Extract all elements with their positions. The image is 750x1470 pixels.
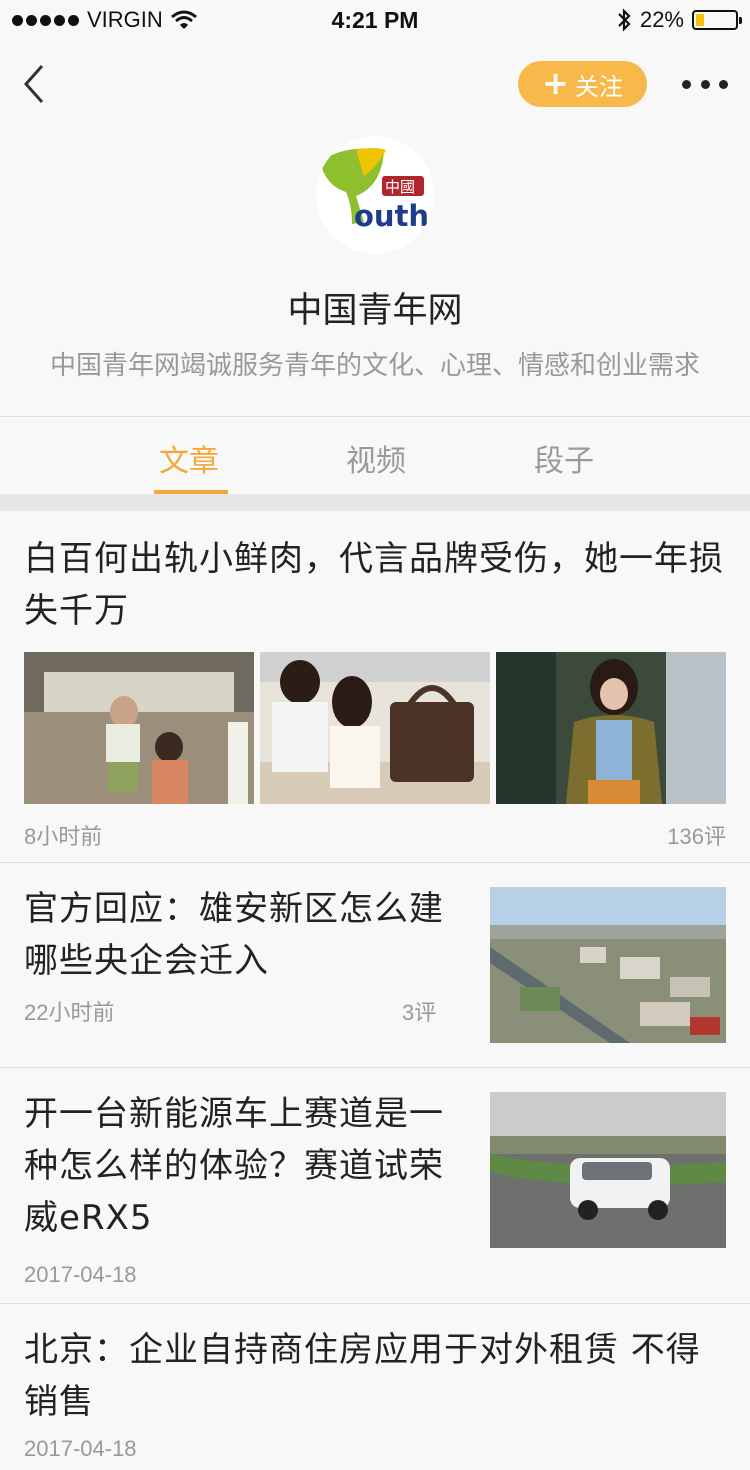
article-item[interactable]: 开一台新能源车上赛道是一种怎么样的体验？赛道试荣威eRX5 2017-04-18	[0, 1068, 750, 1303]
follow-button[interactable]: + 关注	[518, 61, 647, 107]
battery-icon	[692, 10, 742, 30]
article-image[interactable]	[496, 652, 726, 804]
tab-jokes[interactable]: 段子	[534, 436, 594, 480]
article-time: 2017-04-18	[24, 1436, 137, 1461]
article-time: 8小时前	[24, 824, 103, 849]
dot-icon	[682, 79, 691, 89]
plus-icon: +	[542, 63, 569, 102]
article-image[interactable]	[260, 652, 490, 804]
article-title[interactable]: 白百何出轨小鲜肉，代言品牌受伤，她一年损失千万	[24, 533, 726, 637]
battery-percent: 22%	[639, 7, 684, 32]
back-button[interactable]	[18, 62, 58, 106]
dot-icon	[719, 79, 728, 89]
tab-videos[interactable]: 视频	[346, 436, 406, 480]
divider	[0, 416, 750, 417]
article-image[interactable]	[24, 652, 254, 804]
youth-logo: 中國 outh	[320, 148, 429, 233]
article-item[interactable]: 北京：企业自持商住房应用于对外租赁 不得销售 2017-04-18	[0, 1304, 750, 1470]
article-title[interactable]: 开一台新能源车上赛道是一种怎么样的体验？赛道试荣威eRX5	[24, 1088, 444, 1244]
article-image[interactable]	[490, 1092, 726, 1248]
article-comments: 136评	[667, 824, 726, 849]
section-separator	[0, 494, 750, 511]
battery-fill	[696, 14, 704, 26]
article-time: 2017-04-18	[24, 1262, 137, 1287]
article-image[interactable]	[490, 887, 726, 1043]
avatar-text: outh	[354, 199, 429, 233]
avatar-small-text: 中國	[385, 178, 415, 196]
tab-articles[interactable]: 文章	[159, 436, 219, 480]
status-bar: VIRGIN 4:21 PM 22%	[0, 0, 750, 40]
status-right: 22%	[616, 7, 742, 33]
avatar[interactable]: 中國 outh	[316, 136, 434, 254]
dot-icon	[700, 79, 710, 89]
chevron-left-icon	[23, 65, 44, 103]
article-title[interactable]: 北京：企业自持商住房应用于对外租赁 不得销售	[24, 1324, 726, 1428]
follow-label: 关注	[574, 72, 623, 101]
article-title[interactable]: 官方回应：雄安新区怎么建 哪些央企会迁入	[24, 883, 444, 987]
page-description: 中国青年网竭诚服务青年的文化、心理、情感和创业需求	[49, 351, 700, 381]
article-item[interactable]: 白百何出轨小鲜肉，代言品牌受伤，她一年损失千万 8小时前 136评	[0, 511, 750, 863]
article-time: 22小时前	[24, 1000, 115, 1025]
bluetooth-icon	[618, 8, 631, 32]
page-title: 中国青年网	[287, 291, 463, 331]
article-item[interactable]: 官方回应：雄安新区怎么建 哪些央企会迁入 22小时前 3评	[0, 863, 750, 1067]
article-comments: 3评	[402, 1000, 437, 1025]
more-options-button[interactable]	[682, 70, 728, 98]
